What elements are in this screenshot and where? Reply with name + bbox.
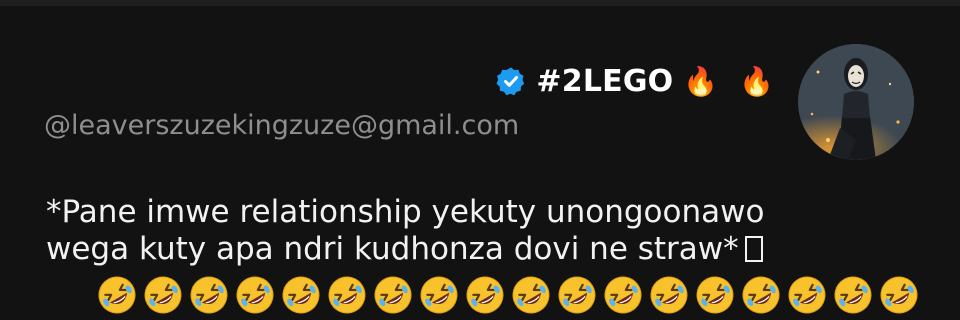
display-name[interactable]: #2LEGO [536,64,673,99]
author-name-row: #2LEGO 🔥 🔥 [496,58,780,104]
laughing-emoji-row [96,274,920,316]
rolling-on-floor-laughing-emoji [510,274,552,316]
rolling-on-floor-laughing-emoji [418,274,460,316]
rolling-on-floor-laughing-emoji [280,274,322,316]
rolling-on-floor-laughing-emoji [464,274,506,316]
fire-emoji: 🔥 🔥 [683,64,780,98]
verified-badge-icon [496,66,526,96]
rolling-on-floor-laughing-emoji [740,274,782,316]
rolling-on-floor-laughing-emoji [326,274,368,316]
rolling-on-floor-laughing-emoji [878,274,920,316]
message-line: *Pane imwe relationship yekuty unongoona… [46,194,906,231]
post-card: #2LEGO 🔥 🔥 @leaverszuzekingzuze@gmail.co… [0,0,960,320]
missing-glyph-icon [744,236,763,262]
rolling-on-floor-laughing-emoji [234,274,276,316]
message-line: wega kuty apa ndri kudhonza dovi ne stra… [46,231,906,268]
avatar[interactable] [798,44,914,160]
message-line-1-text: *Pane imwe relationship yekuty unongoona… [46,194,765,230]
masked-person-avatar-icon [798,44,914,160]
rolling-on-floor-laughing-emoji [786,274,828,316]
rolling-on-floor-laughing-emoji [188,274,230,316]
rolling-on-floor-laughing-emoji [96,274,138,316]
rolling-on-floor-laughing-emoji [694,274,736,316]
rolling-on-floor-laughing-emoji [372,274,414,316]
rolling-on-floor-laughing-emoji [832,274,874,316]
rolling-on-floor-laughing-emoji [556,274,598,316]
message-line-2-text: wega kuty apa ndri kudhonza dovi ne stra… [46,231,739,267]
rolling-on-floor-laughing-emoji [602,274,644,316]
rolling-on-floor-laughing-emoji [142,274,184,316]
post-message: *Pane imwe relationship yekuty unongoona… [46,194,906,268]
rolling-on-floor-laughing-emoji [648,274,690,316]
email-handle[interactable]: @leaverszuzekingzuze@gmail.com [44,110,519,141]
